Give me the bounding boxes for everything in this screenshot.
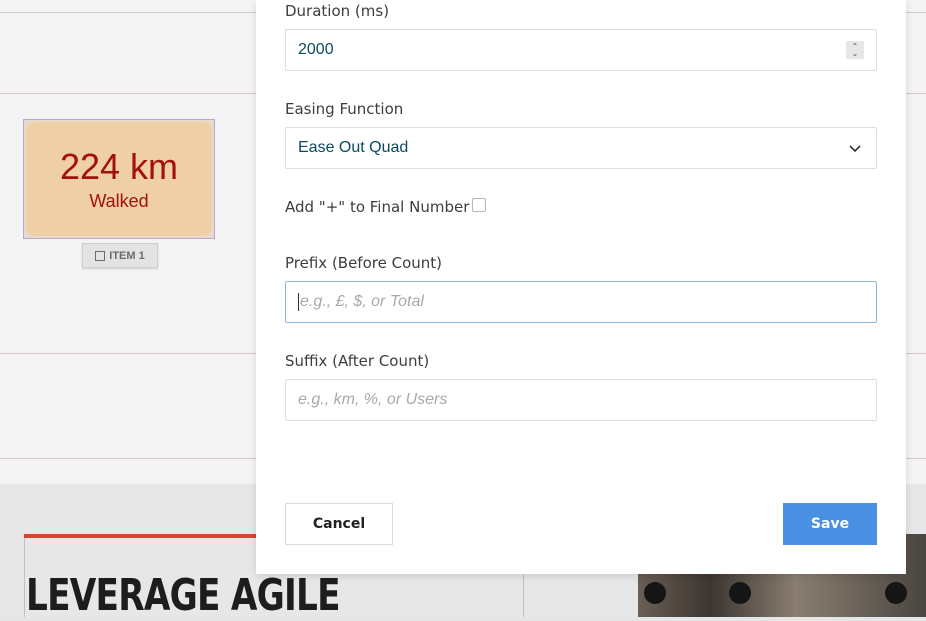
- counter-box: 224 km Walked: [26, 122, 212, 236]
- suffix-placeholder: e.g., km, %, or Users: [298, 391, 448, 408]
- save-button[interactable]: Save: [783, 503, 877, 545]
- prefix-input[interactable]: e.g., £, $, or Total: [285, 281, 877, 323]
- suffix-label: Suffix (After Count): [285, 352, 430, 370]
- up-down-stepper-icon[interactable]: ⌃ ⌄: [846, 41, 864, 59]
- prefix-placeholder: e.g., £, $, or Total: [300, 293, 424, 310]
- square-icon: [95, 250, 106, 261]
- plus-checkbox[interactable]: [472, 198, 486, 212]
- hero-accent-bar: [24, 534, 264, 538]
- item-tab-label: ITEM 1: [109, 249, 145, 262]
- text-caret: [298, 293, 299, 311]
- chevron-down-icon: [849, 145, 861, 153]
- suffix-input[interactable]: e.g., km, %, or Users: [285, 379, 877, 421]
- duration-label: Duration (ms): [285, 2, 390, 20]
- counter-number: 224 km: [59, 145, 179, 187]
- duration-value: 2000: [298, 41, 334, 58]
- counter-settings-modal: Duration (ms) 2000 ⌃ ⌄ Easing Function Ea…: [256, 0, 906, 574]
- photo-detail: [644, 582, 666, 604]
- item-tab[interactable]: ITEM 1: [82, 243, 158, 268]
- prefix-label: Prefix (Before Count): [285, 254, 443, 272]
- counter-label: Walked: [89, 190, 149, 211]
- easing-label: Easing Function: [285, 100, 404, 118]
- plus-option-label: Add "+" to Final Number: [285, 198, 470, 216]
- cancel-button[interactable]: Cancel: [285, 503, 393, 545]
- easing-selected-value: Ease Out Quad: [298, 139, 409, 156]
- easing-select[interactable]: Ease Out Quad: [285, 127, 877, 169]
- duration-input[interactable]: 2000 ⌃ ⌄: [285, 29, 877, 71]
- photo-detail: [885, 582, 907, 604]
- photo-detail: [729, 582, 751, 604]
- counter-widget[interactable]: 224 km Walked: [23, 119, 215, 239]
- hero-title: LEVERAGE AGILE: [26, 570, 341, 621]
